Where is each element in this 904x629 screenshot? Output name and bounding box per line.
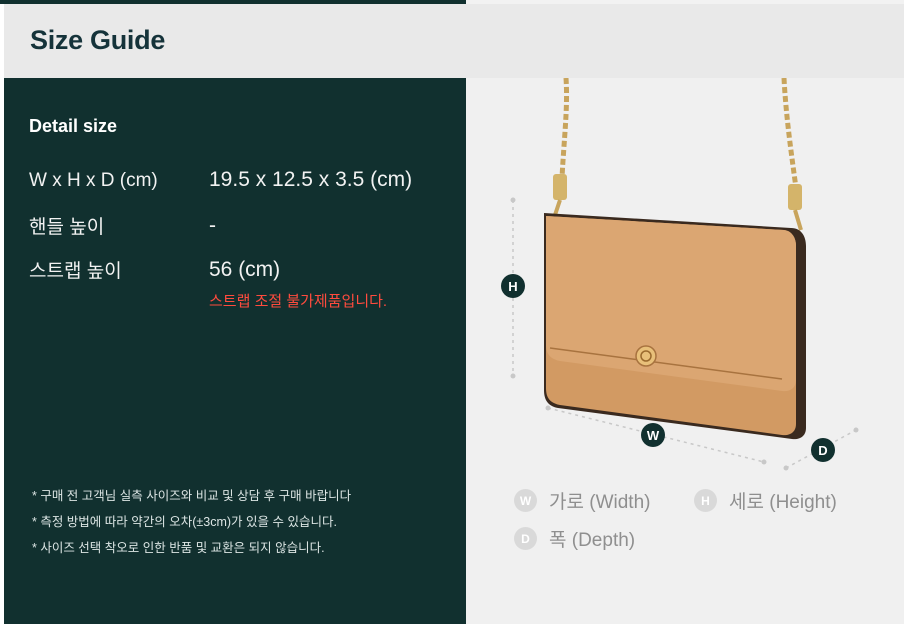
legend-depth: D 폭 (Depth) (514, 525, 635, 552)
width-letter-icon: W (514, 489, 537, 512)
handle-height-label: 핸들 높이 (29, 217, 105, 238)
chain-strap-icon (552, 77, 803, 231)
depth-marker-label: D (818, 443, 827, 458)
dimensions-value: 19.5 x 12.5 x 3.5 (cm) (209, 168, 413, 191)
footnote-list: * 구매 전 고객님 실측 사이즈와 비교 및 상담 후 구매 바랍니다 * 측… (32, 483, 351, 561)
dimensions-label: W x H x D (cm) (29, 170, 158, 191)
width-marker-icon: W (641, 423, 665, 447)
depth-marker-icon: D (811, 438, 835, 462)
handle-height-value: - (209, 214, 216, 237)
bag-body-icon (544, 213, 806, 440)
footnote-item: * 구매 전 고객님 실측 사이즈와 비교 및 상담 후 구매 바랍니다 (32, 489, 352, 503)
detail-size-title: Detail size (29, 116, 118, 136)
legend-depth-label: 폭 (Depth) (549, 530, 636, 551)
bag-diagram-panel: H W D W 가로 (Width) H 세로 (Height) D 폭 (De… (466, 77, 904, 624)
page-title: Size Guide (30, 25, 166, 55)
width-marker-label: W (647, 428, 660, 443)
strap-note: 스트랩 조절 불가제품입니다. (209, 293, 388, 310)
height-letter-icon: H (694, 489, 717, 512)
footnote-item: * 사이즈 선택 착오로 인한 반품 및 교환은 되지 않습니다. (32, 541, 325, 555)
depth-letter-icon: D (514, 527, 537, 550)
footnote-item: * 측정 방법에 따라 약간의 오차(±3cm)가 있을 수 있습니다. (32, 515, 337, 529)
height-marker-label: H (508, 279, 517, 294)
size-guide-header: Size Guide (4, 4, 904, 78)
height-marker-icon: H (501, 274, 525, 298)
legend-width-label: 가로 (Width) (549, 492, 651, 513)
strap-height-label: 스트랩 높이 (29, 261, 122, 282)
legend-width: W 가로 (Width) (514, 487, 650, 514)
detail-size-panel: Detail size W x H x D (cm) 19.5 x 12.5 x… (4, 78, 466, 624)
legend-height: H 세로 (Height) (694, 487, 837, 514)
strap-height-value: 56 (cm) (209, 258, 281, 281)
legend-height-label: 세로 (Height) (729, 492, 837, 513)
